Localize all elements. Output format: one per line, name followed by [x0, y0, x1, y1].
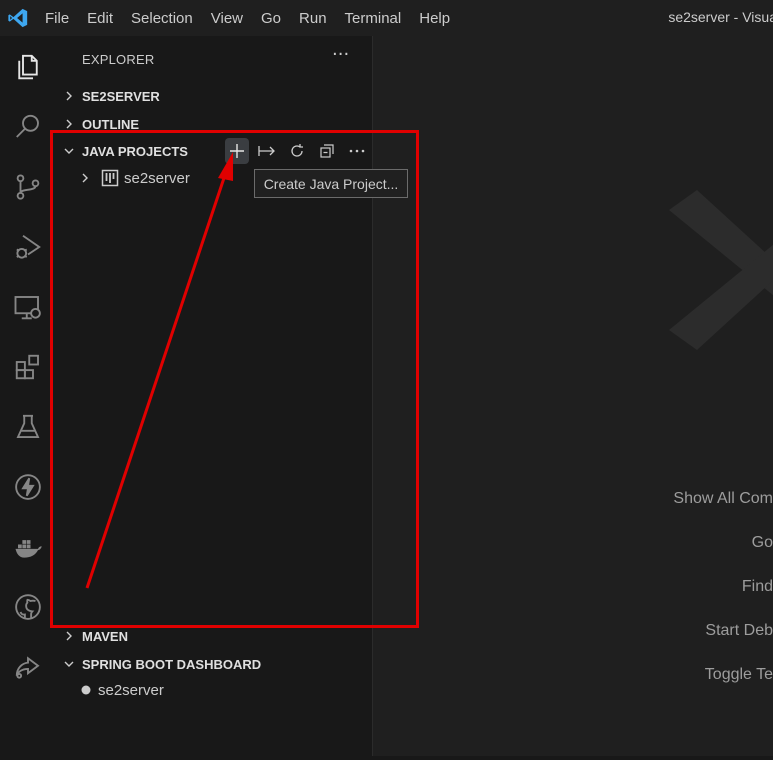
- search-icon[interactable]: [0, 105, 56, 149]
- extensions-icon[interactable]: [0, 345, 56, 389]
- shortcut-toggle-terminal: Toggle Te: [704, 666, 773, 683]
- activity-bar: [0, 36, 56, 760]
- source-control-icon[interactable]: [0, 165, 56, 209]
- testing-icon[interactable]: [0, 405, 56, 449]
- editor-area: Show All Com Go Find Start Deb Toggle Te: [373, 36, 773, 756]
- shortcut-start-debugging: Start Deb: [705, 622, 773, 639]
- chevron-right-icon: [56, 118, 82, 130]
- section-label: SPRING BOOT DASHBOARD: [82, 656, 262, 672]
- window-title: se2server - Visua: [668, 9, 773, 25]
- live-share-icon[interactable]: [0, 645, 56, 689]
- menu-bar: File Edit Selection View Go Run Terminal…: [36, 10, 459, 27]
- vscode-logo-icon: [0, 0, 36, 36]
- title-bar: File Edit Selection View Go Run Terminal…: [0, 0, 773, 36]
- spring-app-label: se2server: [98, 681, 164, 699]
- section-label: SE2SERVER: [82, 88, 160, 104]
- status-dot-icon: [74, 685, 98, 695]
- shortcut-find-in-files: Find: [741, 578, 773, 595]
- menu-edit[interactable]: Edit: [78, 10, 122, 27]
- vscode-watermark-icon: [669, 190, 773, 350]
- explorer-title: EXPLORER: [82, 52, 155, 67]
- remote-explorer-icon[interactable]: [0, 285, 56, 329]
- menu-selection[interactable]: Selection: [122, 10, 202, 27]
- highlight-box: [50, 130, 419, 628]
- menu-go[interactable]: Go: [252, 10, 290, 27]
- shortcut-go-to-file: Go: [751, 534, 773, 551]
- menu-run[interactable]: Run: [290, 10, 336, 27]
- github-icon[interactable]: [0, 585, 56, 629]
- chevron-right-icon: [56, 90, 82, 102]
- spring-app-item[interactable]: se2server: [74, 678, 164, 702]
- menu-file[interactable]: File: [36, 10, 78, 27]
- menu-view[interactable]: View: [202, 10, 252, 27]
- bottom-edge: [0, 756, 773, 760]
- menu-help[interactable]: Help: [410, 10, 459, 27]
- lightning-icon[interactable]: [0, 465, 56, 509]
- section-label: MAVEN: [82, 628, 128, 644]
- more-actions-icon[interactable]: ···: [332, 44, 349, 65]
- section-se2server[interactable]: SE2SERVER: [56, 83, 372, 109]
- chevron-down-icon: [56, 658, 82, 670]
- chevron-right-icon: [56, 630, 82, 642]
- menu-terminal[interactable]: Terminal: [336, 10, 411, 27]
- section-spring-boot-dashboard[interactable]: SPRING BOOT DASHBOARD: [56, 651, 372, 677]
- docker-icon[interactable]: [0, 525, 56, 569]
- shortcut-show-all-commands: Show All Com: [673, 490, 773, 507]
- explorer-icon[interactable]: [0, 45, 56, 89]
- run-debug-icon[interactable]: [0, 225, 56, 269]
